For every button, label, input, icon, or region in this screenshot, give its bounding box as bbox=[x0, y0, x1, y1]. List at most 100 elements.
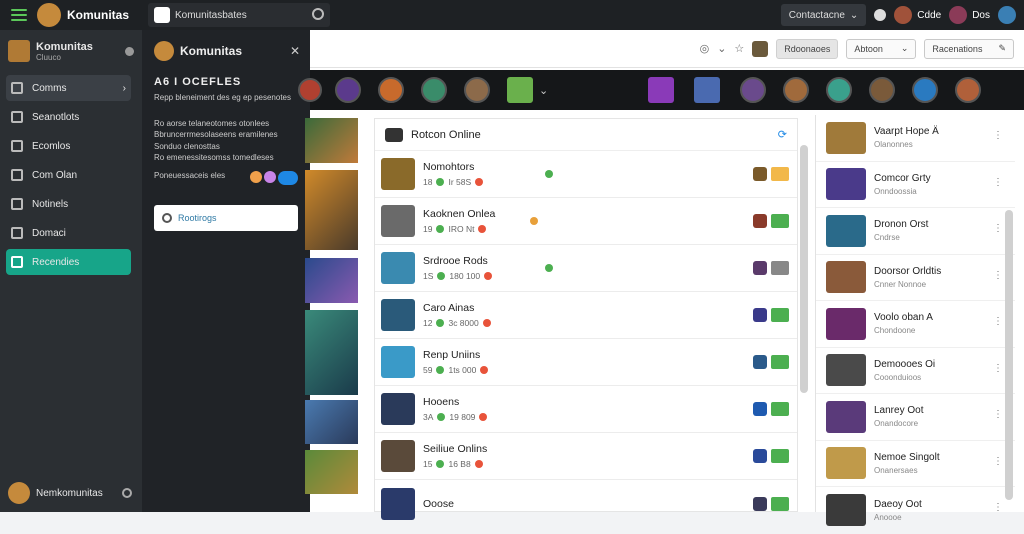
action-button[interactable] bbox=[771, 355, 789, 369]
user-thumb bbox=[753, 402, 767, 416]
sidebar-item-domaci[interactable]: Domaci bbox=[6, 220, 131, 246]
scrollbar[interactable] bbox=[1005, 210, 1013, 500]
thumbnail-image[interactable] bbox=[305, 258, 358, 303]
table-row[interactable]: Hooens 3A 19 809 bbox=[375, 386, 797, 433]
table-row[interactable]: Nomohtors 18 Ir 58S bbox=[375, 151, 797, 198]
chevron-down-icon[interactable]: ⌄ bbox=[717, 42, 726, 55]
action-button[interactable] bbox=[771, 261, 789, 275]
user-thumb bbox=[753, 496, 767, 511]
list-item[interactable]: Daeoy Oot Anoooe ⋮ bbox=[816, 487, 1015, 534]
avatar[interactable] bbox=[464, 77, 490, 103]
list-item[interactable]: Nemoe Singolt Onanersaes ⋮ bbox=[816, 441, 1015, 487]
heart-icon bbox=[474, 460, 483, 468]
table-row[interactable]: Seiliue Onlins 15 16 B8 bbox=[375, 433, 797, 480]
more-icon[interactable]: ⋮ bbox=[993, 177, 1003, 188]
emoji-icon bbox=[264, 171, 276, 183]
avatar[interactable] bbox=[37, 3, 61, 27]
sidebar-item-notinels[interactable]: Notinels bbox=[6, 191, 131, 217]
chevron-down-icon[interactable]: ⌄ bbox=[539, 84, 548, 97]
star-icon[interactable]: ☆ bbox=[734, 42, 744, 55]
more-icon[interactable]: ⋮ bbox=[993, 223, 1003, 234]
footer-label: Nemkomunitas bbox=[36, 487, 103, 499]
list-item[interactable]: Demoooes Oi Cooonduioos ⋮ bbox=[816, 348, 1015, 394]
avatar[interactable] bbox=[869, 77, 896, 103]
more-icon[interactable]: ⋮ bbox=[993, 409, 1003, 420]
menu-icon[interactable] bbox=[9, 5, 29, 25]
thumbnail-image[interactable] bbox=[305, 118, 358, 163]
more-icon[interactable]: ⋮ bbox=[993, 316, 1003, 327]
game-thumbnail bbox=[826, 494, 866, 527]
user-menu-1[interactable]: Cdde bbox=[894, 6, 941, 24]
table-row[interactable]: Kaoknen Onlea 19 IRO Nt bbox=[375, 198, 797, 245]
list-item[interactable]: Lanrey Oot Onandocore ⋮ bbox=[816, 394, 1015, 441]
list-item[interactable]: Comcor Grty Onndoossia ⋮ bbox=[816, 162, 1015, 208]
search-icon[interactable] bbox=[312, 8, 324, 20]
table-row[interactable]: Renp Uniins 59 1ts 000 bbox=[375, 339, 797, 386]
sidebar-item-recendies[interactable]: Recendies bbox=[6, 249, 131, 275]
sidebar-item-seanotlots[interactable]: Seanotlots bbox=[6, 104, 131, 130]
avatar[interactable] bbox=[783, 77, 810, 103]
more-icon[interactable]: ⋮ bbox=[993, 130, 1003, 141]
popup-search-input[interactable]: Rootirogs bbox=[154, 205, 298, 231]
sidebar-footer[interactable]: Nemkomunitas bbox=[8, 482, 132, 504]
notification-icon[interactable]: ◎ bbox=[700, 42, 710, 55]
avatar[interactable] bbox=[507, 77, 533, 103]
table-row[interactable]: Caro Ainas 12 3c 8000 bbox=[375, 292, 797, 339]
options-icon[interactable] bbox=[122, 488, 132, 498]
avatar[interactable] bbox=[421, 77, 447, 103]
toolbar-button-3[interactable]: Racenations ✎ bbox=[924, 38, 1014, 59]
thumbnail-image[interactable] bbox=[305, 170, 358, 250]
close-icon[interactable]: ✕ bbox=[290, 44, 300, 58]
thumbnail-image[interactable] bbox=[305, 310, 358, 395]
list-item[interactable]: Voolo oban A Chondoone ⋮ bbox=[816, 301, 1015, 348]
more-icon[interactable]: ⋮ bbox=[993, 502, 1003, 513]
toolbar-dropdown[interactable]: Abtoon ⌄ bbox=[846, 38, 917, 59]
search-bar[interactable]: Komunitasbates bbox=[148, 3, 330, 27]
action-button[interactable] bbox=[771, 308, 789, 322]
thumbnail-image[interactable] bbox=[305, 400, 358, 444]
list-item[interactable]: Dronon Orst Cndrse ⋮ bbox=[816, 208, 1015, 255]
avatar[interactable] bbox=[335, 77, 361, 103]
top-bar: Komunitas Komunitasbates Contactacne ⌄ Cd… bbox=[0, 0, 1024, 30]
avatar[interactable] bbox=[694, 77, 721, 103]
action-button[interactable] bbox=[771, 449, 789, 463]
action-button[interactable] bbox=[771, 214, 789, 228]
thumbnail-image[interactable] bbox=[305, 450, 358, 494]
more-icon[interactable]: ⋮ bbox=[993, 456, 1003, 467]
avatar[interactable] bbox=[826, 77, 853, 103]
avatar[interactable] bbox=[912, 77, 939, 103]
toolbar-button-1[interactable]: Rdoonaoes bbox=[776, 38, 839, 59]
game-thumbnail bbox=[826, 400, 866, 433]
list-item[interactable]: Doorsor Orldtis Cnner Nonnoe ⋮ bbox=[816, 255, 1015, 301]
sidebar-item-comms[interactable]: Comms › bbox=[6, 75, 131, 101]
action-button[interactable] bbox=[771, 402, 789, 416]
settings-icon[interactable] bbox=[125, 46, 134, 56]
online-dot bbox=[437, 413, 446, 421]
avatar[interactable] bbox=[740, 77, 767, 103]
heart-icon bbox=[484, 272, 493, 280]
avatar bbox=[8, 482, 30, 504]
more-icon[interactable]: ⋮ bbox=[993, 270, 1003, 281]
avatar[interactable] bbox=[298, 78, 322, 102]
item-title: Daeoy Oot bbox=[874, 498, 922, 510]
list-item[interactable]: Vaarpt Hope Ä Olanonnes ⋮ bbox=[816, 115, 1015, 162]
action-button[interactable] bbox=[771, 167, 789, 181]
status-icon[interactable] bbox=[874, 9, 887, 21]
avatar[interactable] bbox=[955, 77, 982, 103]
avatar[interactable] bbox=[378, 77, 404, 103]
sidebar-item-ecomlos[interactable]: Ecomlos bbox=[6, 133, 131, 159]
table-row[interactable]: Srdrooe Rods 1S 180 100 bbox=[375, 245, 797, 292]
user-menu-2[interactable]: Dos bbox=[949, 6, 990, 24]
more-icon[interactable]: ⋮ bbox=[993, 363, 1003, 374]
avatar[interactable] bbox=[648, 77, 675, 103]
profile-icon[interactable] bbox=[998, 6, 1016, 24]
thumb-icon bbox=[752, 40, 769, 57]
action-button[interactable] bbox=[771, 496, 789, 511]
table-row[interactable]: Ooose bbox=[375, 480, 797, 527]
community-logo bbox=[154, 41, 174, 61]
sidebar-item-com-olan[interactable]: Com Olan bbox=[6, 162, 131, 188]
game-thumbnail bbox=[826, 447, 866, 480]
refresh-icon[interactable]: ⟳ bbox=[778, 128, 787, 141]
contact-dropdown[interactable]: Contactacne ⌄ bbox=[780, 4, 867, 26]
scrollbar[interactable] bbox=[800, 145, 808, 393]
